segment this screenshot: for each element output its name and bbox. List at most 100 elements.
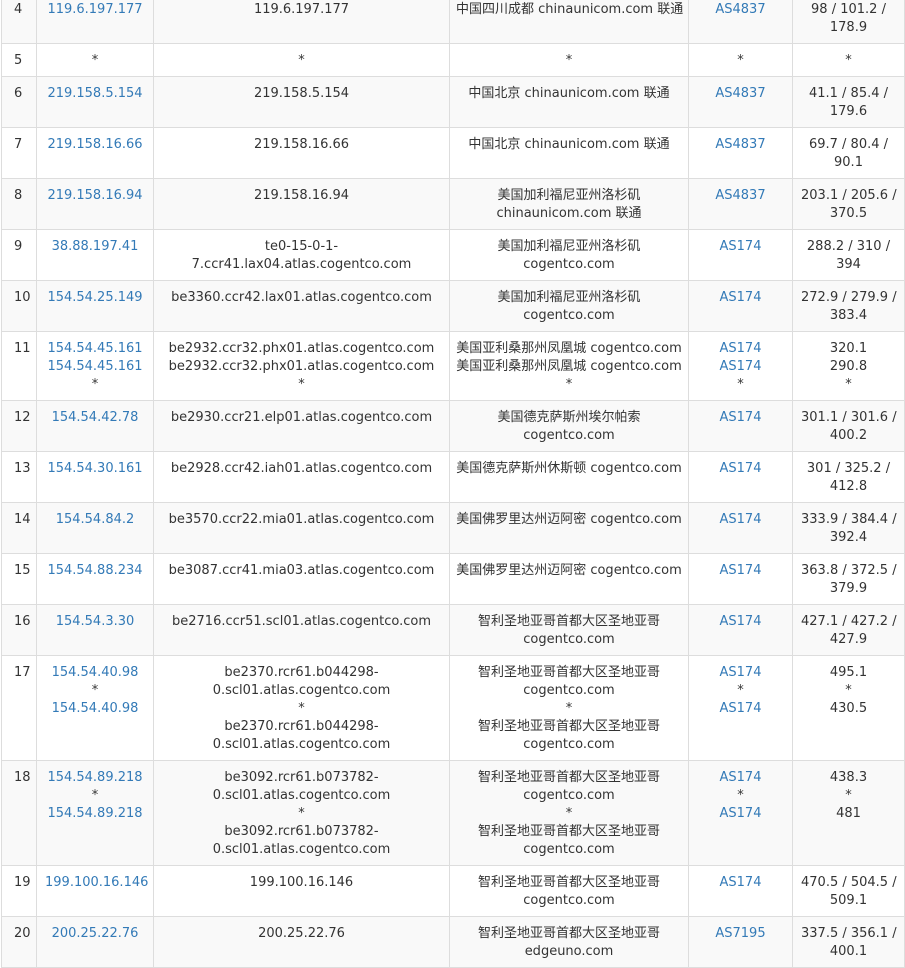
asn-cell: AS4837 — [688, 178, 793, 230]
latency-value: 98 / 101.2 / — [811, 2, 886, 17]
table-row: 16 154.54.3.30 be2716.ccr51.scl01.atlas.co… — [1, 604, 905, 656]
location-cell: 智利圣地亚哥首都大区圣地亚哥 cogentco.com — [449, 865, 689, 917]
hop-number: 5 — [1, 43, 37, 77]
asn-link[interactable]: AS174 — [697, 769, 784, 787]
asn-cell: AS174 — [688, 604, 793, 656]
ip-link[interactable]: 154.54.25.149 — [45, 289, 145, 307]
asn-timeout: * — [737, 788, 744, 803]
ip-cell: 219.158.5.154 — [36, 76, 154, 128]
asn-link[interactable]: AS174 — [697, 358, 784, 376]
table-row: 5 * * * * * — [1, 43, 905, 77]
ip-link[interactable]: 219.158.16.66 — [45, 136, 145, 154]
asn-link[interactable]: AS174 — [697, 340, 784, 358]
asn-link[interactable]: AS4837 — [697, 85, 784, 103]
asn-link[interactable]: AS4837 — [697, 187, 784, 205]
latency-value: 301.1 / 301.6 / — [801, 410, 897, 425]
hostname: be2932.ccr32.phx01.atlas.cogentco.com — [168, 359, 435, 374]
asn-cell: AS174 * AS174 — [688, 655, 793, 761]
location: 美国加利福尼亚州洛杉矶 — [497, 290, 641, 305]
asn-cell: AS174 — [688, 865, 793, 917]
hostname: 199.100.16.146 — [249, 875, 354, 890]
location: cogentco.com — [523, 632, 615, 647]
asn-link[interactable]: AS4837 — [697, 1, 784, 19]
latency-value: * — [845, 788, 852, 803]
hostname: be3087.ccr41.mia03.atlas.cogentco.com — [168, 563, 435, 578]
location: 智利圣地亚哥首都大区圣地亚哥 — [477, 875, 660, 890]
location: 美国佛罗里达州迈阿密 cogentco.com — [456, 563, 682, 578]
hop-number: 17 — [1, 655, 37, 761]
latency-value: 69.7 / 80.4 / — [808, 137, 889, 152]
ip-link[interactable]: 154.54.45.161 — [45, 340, 145, 358]
ip-timeout: * — [91, 683, 99, 698]
ip-link[interactable]: 154.54.3.30 — [45, 613, 145, 631]
location-cell: 美国加利福尼亚州洛杉矶 cogentco.com — [449, 229, 689, 281]
asn-link[interactable]: AS174 — [697, 700, 784, 718]
location-cell: 中国北京 chinaunicom.com 联通 — [449, 127, 689, 179]
ip-link[interactable]: 154.54.30.161 — [45, 460, 145, 478]
location: 美国德克萨斯州埃尔帕索 — [497, 410, 641, 425]
asn-link[interactable]: AS174 — [697, 613, 784, 631]
hostname-cell: * — [153, 43, 450, 77]
location-cell: 美国佛罗里达州迈阿密 cogentco.com — [449, 553, 689, 605]
hostname: 119.6.197.177 — [253, 2, 350, 17]
location-cell: 美国加利福尼亚州洛杉矶 chinaunicom.com 联通 — [449, 178, 689, 230]
asn-link[interactable]: AS7195 — [697, 925, 784, 943]
ip-link[interactable]: 154.54.89.218 — [45, 805, 145, 823]
ip-link[interactable]: 154.54.40.98 — [45, 664, 145, 682]
ip-link[interactable]: 154.54.89.218 — [45, 769, 145, 787]
asn-link[interactable]: AS174 — [697, 664, 784, 682]
ip-cell: 38.88.197.41 — [36, 229, 154, 281]
asn-link[interactable]: AS174 — [697, 238, 784, 256]
latency-value: 427.1 / 427.2 / — [801, 614, 897, 629]
ip-link[interactable]: 199.100.16.146 — [45, 874, 148, 892]
latency-value: 301 / 325.2 / — [806, 461, 891, 476]
asn-cell: AS7195 — [688, 916, 793, 968]
ip-link[interactable]: 200.25.22.76 — [45, 925, 145, 943]
latency-cell: 363.8 / 372.5 / 379.9 — [792, 553, 905, 605]
ip-link[interactable]: 154.54.42.78 — [45, 409, 145, 427]
asn-timeout: * — [737, 683, 744, 698]
hostname: be3360.ccr42.lax01.atlas.cogentco.com — [171, 290, 432, 305]
ip-link[interactable]: 219.158.5.154 — [45, 85, 145, 103]
asn-cell: AS174 AS174 * — [688, 331, 793, 401]
latency-value: 333.9 / 384.4 / — [801, 512, 897, 527]
asn-cell: * — [688, 43, 793, 77]
ip-link[interactable]: 119.6.197.177 — [45, 1, 145, 19]
location: * — [565, 806, 573, 821]
asn-link[interactable]: AS174 — [697, 460, 784, 478]
latency-value: 412.8 — [829, 479, 868, 494]
ip-timeout: * — [91, 377, 99, 392]
location: cogentco.com — [523, 788, 615, 803]
ip-cell: 154.54.84.2 — [36, 502, 154, 554]
ip-link[interactable]: 154.54.45.161 — [45, 358, 145, 376]
asn-link[interactable]: AS4837 — [697, 136, 784, 154]
asn-cell: AS4837 — [688, 127, 793, 179]
latency-value: 178.9 — [829, 20, 868, 35]
traceroute-rows: 4 119.6.197.177 119.6.197.177 中国四川成都 chinau… — [1, 0, 905, 968]
asn-link[interactable]: AS174 — [697, 511, 784, 529]
hostname-cell: 119.6.197.177 — [153, 0, 450, 44]
asn-link[interactable]: AS174 — [697, 805, 784, 823]
latency-cell: 301 / 325.2 / 412.8 — [792, 451, 905, 503]
ip-link[interactable]: 219.158.16.94 — [45, 187, 145, 205]
ip-link[interactable]: 154.54.84.2 — [45, 511, 145, 529]
asn-cell: AS174 — [688, 502, 793, 554]
latency-value: 179.6 — [829, 104, 868, 119]
ip-link[interactable]: 38.88.197.41 — [45, 238, 145, 256]
hostname-cell: 219.158.16.66 — [153, 127, 450, 179]
asn-cell: AS174 * AS174 — [688, 760, 793, 866]
latency-value: 400.2 — [829, 428, 868, 443]
asn-link[interactable]: AS174 — [697, 409, 784, 427]
location-cell: * — [449, 43, 689, 77]
hostname-cell: be2716.ccr51.scl01.atlas.cogentco.com — [153, 604, 450, 656]
latency-value: 495.1 — [829, 665, 868, 680]
asn-link[interactable]: AS174 — [697, 289, 784, 307]
asn-link[interactable]: AS174 — [697, 562, 784, 580]
ip-link[interactable]: 154.54.40.98 — [45, 700, 145, 718]
ip-link[interactable]: 154.54.88.234 — [45, 562, 145, 580]
asn-link[interactable]: AS174 — [697, 874, 784, 892]
hostname: 0.scl01.atlas.cogentco.com — [212, 737, 391, 752]
location: cogentco.com — [523, 893, 615, 908]
hostname: te0-15-0-1-7.ccr41.lax04.atlas.cogentco.… — [191, 239, 412, 272]
hostname: * — [298, 53, 305, 68]
